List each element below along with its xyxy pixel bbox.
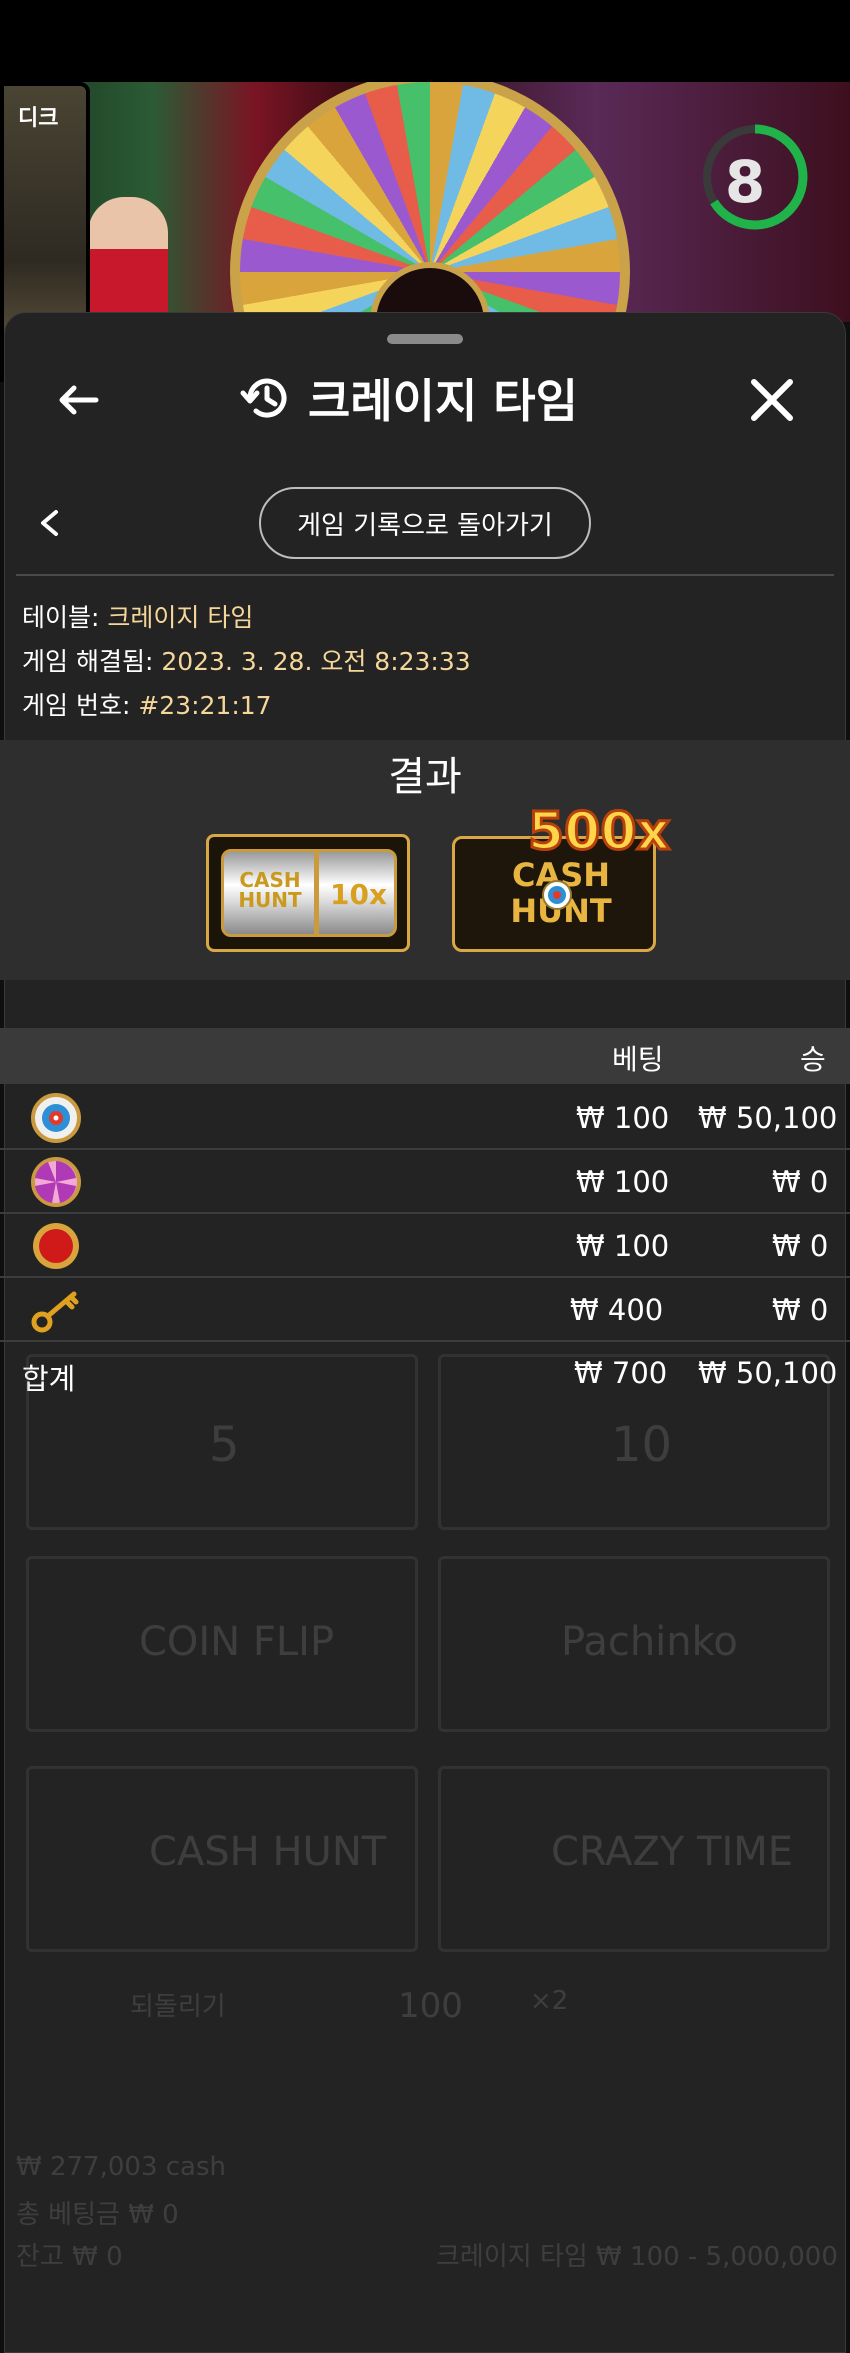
row-bet: ₩ 400 (570, 1293, 664, 1327)
history-icon (240, 378, 287, 418)
balance2-text: 잔고 ₩ 0 (16, 2242, 123, 2272)
resolved-label: 게임 해결됨: (22, 647, 154, 676)
row-win: ₩ 0 (772, 1229, 829, 1263)
bet-tile-10: 10 (438, 1354, 830, 1530)
slot-drum: CASH HUNT 10x (221, 849, 397, 937)
bet-tile-coin-flip: COIN FLIP (26, 1556, 418, 1732)
row-win: ₩ 50,100 (698, 1101, 838, 1135)
double-label: ×2 (530, 1986, 569, 2016)
table-info: 테이블: 크레이지 타임 (22, 598, 253, 634)
chevron-left-icon[interactable] (36, 508, 62, 538)
result-title: 결과 (388, 754, 462, 800)
background-betting-board: 5 10 COIN FLIP Pachinko CASH HUNT CRAZY … (0, 1346, 850, 2353)
game-number-value: #23:21:17 (138, 691, 272, 720)
header-title-group: 크레이지 타임 (238, 366, 578, 430)
table-row: ₩ 400 ₩ 0 (0, 1278, 850, 1342)
pip-label: 디크 (18, 106, 59, 131)
close-icon[interactable] (748, 376, 796, 424)
table-row: ₩ 100 ₩ 0 (0, 1214, 850, 1278)
game-number-info: 게임 번호: #23:21:17 (22, 686, 272, 722)
status-bar (0, 0, 850, 82)
slot-multiplier-label: 10x (330, 878, 388, 911)
total-bet-text: 총 베팅금 ₩ 0 (16, 2200, 179, 2230)
page-title: 크레이지 타임 (308, 374, 578, 428)
top-slot-result: CASH HUNT 10x (206, 834, 410, 952)
row-bet: ₩ 100 (576, 1101, 670, 1135)
limits-text: 크레이지 타임 ₩ 100 - 5,000,000 (436, 2242, 838, 2272)
bet-tile-cash-hunt: CASH HUNT (26, 1766, 418, 1952)
multiplier-label: 500x (526, 801, 671, 864)
slot-separator (314, 852, 319, 934)
drag-handle[interactable] (387, 334, 463, 344)
bet-tile-pachinko: Pachinko (438, 1556, 830, 1732)
table-row: ₩ 100 ₩ 50,100 (0, 1086, 850, 1150)
pachinko-candy-icon (31, 1157, 81, 1207)
column-bet: 베팅 (612, 1043, 664, 1076)
divider (16, 574, 834, 576)
row-win: ₩ 0 (772, 1165, 829, 1199)
balance-text: ₩ 277,003 cash (16, 2152, 227, 2182)
key-icon (31, 1291, 79, 1333)
back-to-history-button[interactable]: 게임 기록으로 돌아가기 (259, 487, 591, 559)
row-bet: ₩ 100 (576, 1229, 670, 1263)
resolved-info: 게임 해결됨: 2023. 3. 28. 오전 8:23:33 (22, 642, 471, 678)
coin-flip-red-icon (33, 1223, 79, 1269)
table-value: 크레이지 타임 (107, 603, 254, 632)
chip-value: 100 (398, 1986, 463, 2026)
slot-segment-label: CASH HUNT (238, 868, 302, 912)
undo-label: 되돌리기 (130, 1992, 226, 2022)
host-figure (88, 197, 168, 322)
bet-tile-crazy-time: CRAZY TIME (438, 1766, 830, 1952)
game-number-label: 게임 번호: (22, 691, 131, 720)
resolved-value: 2023. 3. 28. 오전 8:23:33 (161, 647, 471, 676)
table-row: ₩ 100 ₩ 0 (0, 1150, 850, 1214)
target-icon (542, 880, 572, 910)
table-label: 테이블: (22, 603, 100, 632)
bets-table-header (0, 1028, 850, 1084)
row-win: ₩ 0 (772, 1293, 829, 1327)
row-bet: ₩ 100 (576, 1165, 670, 1199)
timer-count: 8 (724, 148, 766, 216)
column-win: 승 (800, 1043, 826, 1076)
cash-hunt-target-icon (31, 1093, 81, 1143)
back-arrow-icon[interactable] (56, 378, 100, 422)
bet-tile-5: 5 (26, 1354, 418, 1530)
